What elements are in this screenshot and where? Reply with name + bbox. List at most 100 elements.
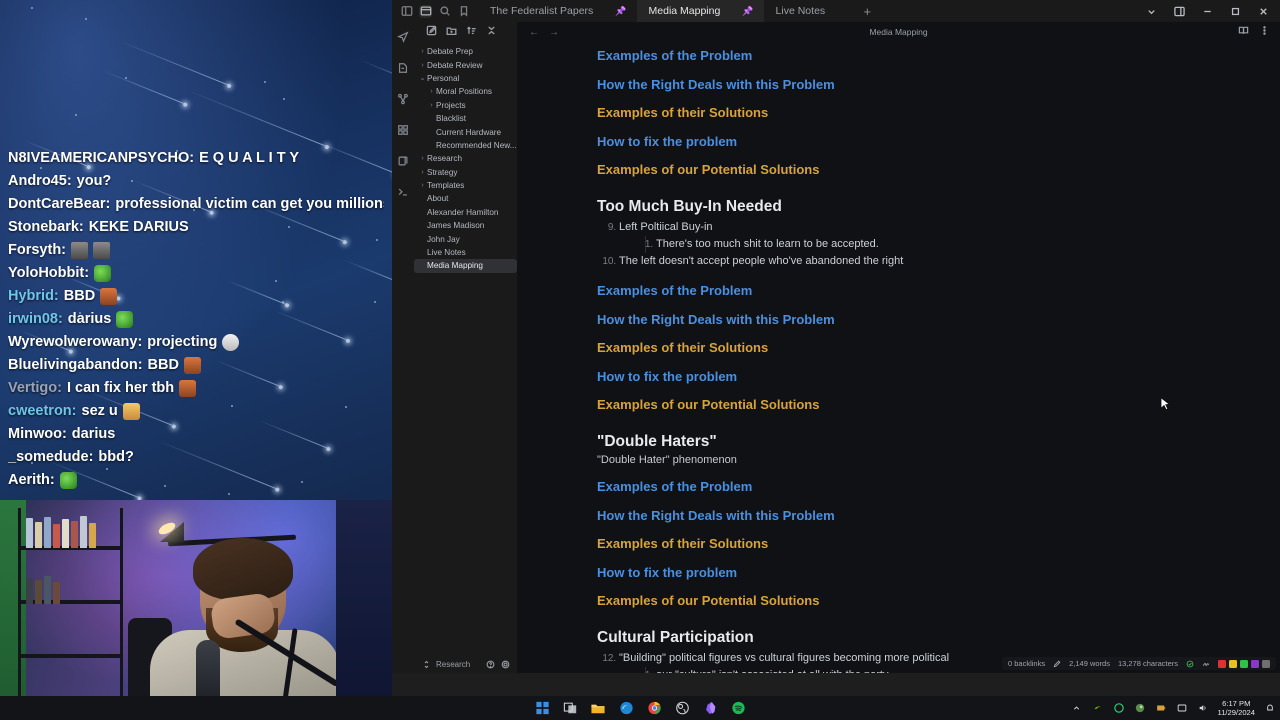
chevron-icon[interactable]: ›: [418, 48, 427, 55]
tab-live-notes[interactable]: Live Notes: [764, 0, 852, 22]
tree-item-moral-positions[interactable]: › Moral Positions: [414, 85, 517, 98]
chat-username: Minwoo:: [8, 423, 67, 446]
section-heading-link[interactable]: How to fix the problem: [597, 134, 1220, 150]
chevron-icon[interactable]: ›: [418, 155, 427, 162]
battery-icon[interactable]: [1155, 702, 1167, 714]
settings-gear-icon[interactable]: [501, 660, 510, 669]
obsidian-icon[interactable]: [702, 700, 719, 717]
tree-item-blacklist[interactable]: Blacklist: [414, 112, 517, 125]
google-chrome-icon[interactable]: [646, 700, 663, 717]
section-heading-link[interactable]: How the Right Deals with this Problem: [597, 312, 1220, 328]
section-heading-link[interactable]: Examples of the Problem: [597, 283, 1220, 299]
new-note-icon[interactable]: [426, 23, 437, 41]
tree-item-live-notes[interactable]: Live Notes: [414, 246, 517, 259]
tree-item-recommended-new[interactable]: Recommended New...: [414, 139, 517, 152]
display-icon[interactable]: [1176, 702, 1188, 714]
tree-item-media-mapping[interactable]: Media Mapping: [414, 259, 517, 272]
file-explorer-icon[interactable]: [590, 700, 607, 717]
signature-icon[interactable]: [1202, 660, 1210, 668]
section-heading-link[interactable]: Examples of their Solutions: [597, 340, 1220, 356]
tree-item-research[interactable]: › Research: [414, 152, 517, 165]
chevron-icon[interactable]: ›: [418, 169, 427, 176]
tree-item-personal[interactable]: ⌄ Personal: [414, 72, 517, 85]
backlinks-count[interactable]: 0 backlinks: [1008, 659, 1045, 668]
taskbar-clock[interactable]: 6:17 PM 11/29/2024: [1218, 699, 1255, 718]
tree-item-james-madison[interactable]: James Madison: [414, 219, 517, 232]
section-heading-link[interactable]: How the Right Deals with this Problem: [597, 77, 1220, 93]
section-heading-link[interactable]: How the Right Deals with this Problem: [597, 508, 1220, 524]
notification-bell-icon[interactable]: [1264, 702, 1276, 714]
color-swatch[interactable]: [1240, 660, 1248, 668]
help-icon[interactable]: [486, 660, 495, 669]
section-heading-link[interactable]: Examples of their Solutions: [597, 536, 1220, 552]
check-circle-icon[interactable]: [1186, 660, 1194, 668]
section-heading-link[interactable]: Examples of the Problem: [597, 479, 1220, 495]
section-heading-link[interactable]: Examples of their Solutions: [597, 105, 1220, 121]
toggle-right-sidebar-icon[interactable]: [1166, 0, 1192, 22]
new-folder-icon[interactable]: [446, 23, 457, 41]
color-swatch[interactable]: [1251, 660, 1259, 668]
windows-start-icon[interactable]: [534, 700, 551, 717]
terminal-icon[interactable]: [397, 185, 409, 203]
daily-note-icon[interactable]: [397, 61, 409, 79]
vault-icon[interactable]: [419, 5, 432, 18]
chevron-icon[interactable]: ›: [418, 182, 427, 189]
chevron-icon[interactable]: ›: [427, 102, 436, 109]
search-icon[interactable]: [438, 5, 451, 18]
section-heading-link[interactable]: How to fix the problem: [597, 565, 1220, 581]
obs-studio-icon[interactable]: [674, 700, 691, 717]
color-swatch[interactable]: [1218, 660, 1226, 668]
quick-switcher-icon[interactable]: [397, 30, 409, 48]
chevron-icon[interactable]: ⌄: [418, 74, 427, 82]
show-hidden-icons-icon[interactable]: [1071, 702, 1083, 714]
character-count[interactable]: 13,278 characters: [1118, 659, 1178, 668]
tree-item-john-jay[interactable]: John Jay: [414, 232, 517, 245]
volume-icon[interactable]: [1197, 702, 1209, 714]
tree-item-about[interactable]: About: [414, 192, 517, 205]
tree-item-debate-review[interactable]: › Debate Review: [414, 58, 517, 71]
tab-the-federalist-papers[interactable]: The Federalist Papers 📌: [478, 0, 637, 22]
word-count[interactable]: 2,149 words: [1069, 659, 1110, 668]
nvidia-icon[interactable]: [1092, 702, 1104, 714]
edit-pencil-icon[interactable]: [1053, 660, 1061, 668]
task-view-icon[interactable]: [562, 700, 579, 717]
chevron-icon[interactable]: ›: [418, 62, 427, 69]
section-heading-link[interactable]: How to fix the problem: [597, 369, 1220, 385]
sort-icon[interactable]: [466, 23, 477, 41]
section-heading-link[interactable]: Examples of the Problem: [597, 48, 1220, 64]
tab-media-mapping[interactable]: Media Mapping 📌: [637, 0, 764, 22]
microsoft-edge-icon[interactable]: [618, 700, 635, 717]
minimize-icon[interactable]: [1194, 0, 1220, 22]
tree-item-current-hardware[interactable]: Current Hardware: [414, 125, 517, 138]
toggle-left-sidebar-icon[interactable]: [400, 5, 413, 18]
section-heading-link[interactable]: Examples of our Potential Solutions: [597, 397, 1220, 413]
editor-scroll-area[interactable]: Examples of the Problem How the Right Dea…: [517, 42, 1280, 673]
pin-icon[interactable]: 📌: [742, 7, 753, 16]
color-swatch[interactable]: [1229, 660, 1237, 668]
tree-item-debate-prep[interactable]: › Debate Prep: [414, 45, 517, 58]
close-icon[interactable]: [1250, 0, 1276, 22]
pin-icon[interactable]: 📌: [615, 7, 626, 16]
bookmark-icon[interactable]: [457, 5, 470, 18]
graph-view-icon[interactable]: [397, 92, 409, 110]
bbd-emote-icon: [100, 288, 117, 305]
new-tab-button[interactable]: +: [852, 0, 884, 22]
copy-icon[interactable]: [397, 154, 409, 172]
tree-item-alexander-hamilton[interactable]: Alexander Hamilton: [414, 206, 517, 219]
tree-item-projects[interactable]: › Projects: [414, 99, 517, 112]
spotify-icon[interactable]: [730, 700, 747, 717]
maximize-icon[interactable]: [1222, 0, 1248, 22]
chevron-down-icon[interactable]: [1138, 0, 1164, 22]
collapse-all-icon[interactable]: [486, 23, 497, 41]
section-heading-link[interactable]: Examples of our Potential Solutions: [597, 593, 1220, 609]
star: [31, 7, 33, 9]
discord-icon[interactable]: [1113, 702, 1125, 714]
tree-item-strategy[interactable]: › Strategy: [414, 166, 517, 179]
vault-switch-icon[interactable]: [422, 660, 431, 669]
tree-item-templates[interactable]: › Templates: [414, 179, 517, 192]
steam-icon[interactable]: [1134, 702, 1146, 714]
section-heading-link[interactable]: Examples of our Potential Solutions: [597, 162, 1220, 178]
chevron-icon[interactable]: ›: [427, 88, 436, 95]
color-swatch[interactable]: [1262, 660, 1270, 668]
canvas-icon[interactable]: [397, 123, 409, 141]
